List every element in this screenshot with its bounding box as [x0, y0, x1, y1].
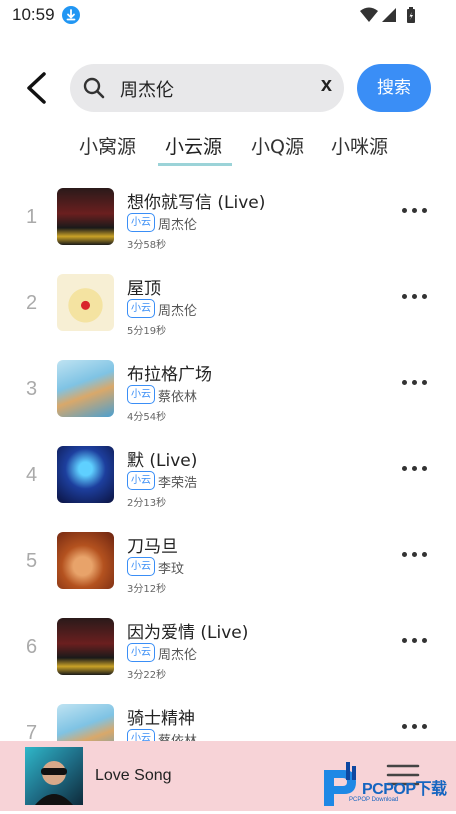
album-cover [57, 532, 114, 589]
tab-source-2[interactable]: 小云源 [165, 132, 222, 159]
song-title: 布拉格广场 [127, 365, 212, 385]
song-row[interactable]: 5 刀马旦 小云 李玟 3分12秒 [0, 520, 456, 606]
song-duration: 3分12秒 [127, 584, 167, 595]
search-button[interactable]: 搜索 [357, 64, 431, 112]
source-badge: 小云 [127, 557, 155, 576]
active-tab-indicator [158, 163, 232, 166]
song-title: 屋顶 [127, 279, 161, 299]
source-tabs: 小窝源 小云源 小Q源 小咪源 [0, 128, 456, 168]
wifi-icon [360, 7, 378, 22]
album-cover [57, 360, 114, 417]
source-badge: 小云 [127, 299, 155, 318]
song-duration: 2分13秒 [127, 498, 167, 509]
status-icons [360, 6, 420, 30]
search-icon [82, 76, 106, 104]
battery-icon [407, 7, 415, 23]
search-query-text[interactable]: 周杰伦 [120, 76, 174, 102]
song-index: 5 [26, 550, 38, 572]
song-index: 3 [26, 378, 38, 400]
album-cover [57, 446, 114, 503]
source-badge: 小云 [127, 471, 155, 490]
song-duration: 5分19秒 [127, 326, 167, 337]
song-artist: 周杰伦 [158, 218, 198, 233]
more-options-icon[interactable] [402, 464, 428, 474]
source-badge: 小云 [127, 213, 155, 232]
download-notification-icon [62, 6, 80, 24]
song-title: 想你就写信 (Live) [127, 193, 266, 213]
song-index: 1 [26, 206, 38, 228]
song-index: 4 [26, 464, 38, 486]
more-options-icon[interactable] [402, 378, 428, 388]
song-index: 6 [26, 636, 38, 658]
song-artist: 李荣浩 [158, 476, 198, 491]
song-duration: 3分58秒 [127, 240, 167, 251]
watermark-subtext: PCPOP Download [349, 797, 399, 803]
song-artist: 周杰伦 [158, 648, 198, 663]
song-duration: 4分54秒 [127, 412, 167, 423]
song-row[interactable]: 2 屋顶 小云 周杰伦 5分19秒 [0, 262, 456, 348]
more-options-icon[interactable] [402, 722, 428, 732]
watermark-text: PCPOP下载 [362, 781, 447, 798]
song-title: 默 (Live) [127, 451, 198, 471]
song-artist: 周杰伦 [158, 304, 198, 319]
search-header: 周杰伦 x 搜索 [0, 62, 456, 114]
now-playing-cover[interactable] [25, 747, 83, 805]
song-index: 2 [26, 292, 38, 314]
more-options-icon[interactable] [402, 636, 428, 646]
album-cover [57, 188, 114, 245]
song-title: 骑士精神 [127, 709, 195, 729]
song-artist: 李玟 [158, 562, 185, 577]
now-playing-title[interactable]: Love Song [95, 767, 172, 785]
clear-search-button[interactable]: x [321, 74, 332, 97]
song-row[interactable]: 3 布拉格广场 小云 蔡依林 4分54秒 [0, 348, 456, 434]
album-cover [57, 618, 114, 675]
song-row[interactable]: 6 因为爱情 (Live) 小云 周杰伦 3分22秒 [0, 606, 456, 692]
tab-source-3[interactable]: 小Q源 [251, 132, 304, 159]
tab-source-1[interactable]: 小窝源 [79, 132, 136, 159]
back-arrow-icon [27, 72, 46, 104]
song-row[interactable]: 4 默 (Live) 小云 李荣浩 2分13秒 [0, 434, 456, 520]
song-title: 刀马旦 [127, 537, 178, 557]
more-options-icon[interactable] [402, 206, 428, 216]
back-button[interactable] [22, 68, 50, 108]
search-input[interactable]: 周杰伦 x [70, 64, 344, 112]
status-bar: 10:59 [0, 0, 456, 32]
tab-source-4[interactable]: 小咪源 [331, 132, 388, 159]
status-time: 10:59 [12, 5, 55, 24]
song-row[interactable]: 1 想你就写信 (Live) 小云 周杰伦 3分58秒 [0, 176, 456, 262]
more-options-icon[interactable] [402, 292, 428, 302]
source-badge: 小云 [127, 643, 155, 662]
more-options-icon[interactable] [402, 550, 428, 560]
source-badge: 小云 [127, 385, 155, 404]
song-title: 因为爱情 (Live) [127, 623, 249, 643]
signal-icon [382, 8, 396, 22]
album-cover [57, 274, 114, 331]
song-duration: 3分22秒 [127, 670, 167, 681]
song-artist: 蔡依林 [158, 390, 198, 405]
